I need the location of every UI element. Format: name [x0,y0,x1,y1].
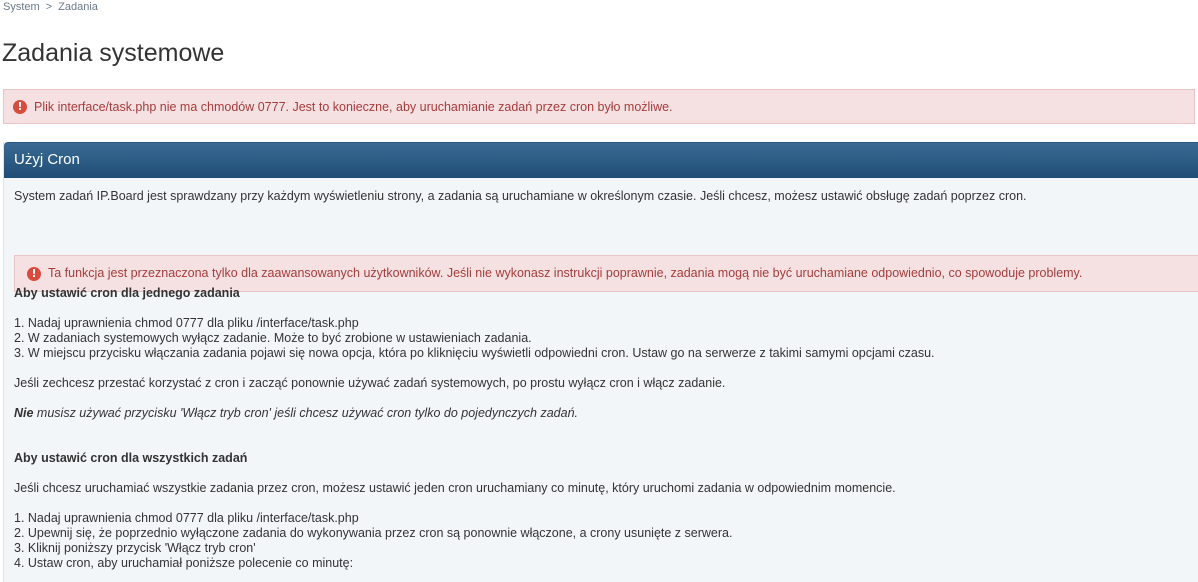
all-step-2: 2. Upewnij się, że poprzednio wyłączone … [14,526,733,540]
all-tasks-intro: Jeśli chcesz uruchamiać wszystkie zadani… [14,481,896,495]
single-task-italic-note: Nie musisz używać przycisku 'Włącz tryb … [14,406,578,421]
all-step-3: 3. Kliknij poniższy przycisk 'Włącz tryb… [14,541,256,555]
exclamation-circle-icon: ! [13,99,27,114]
italic-note-rest: musisz używać przycisku 'Włącz tryb cron… [33,406,579,420]
breadcrumb-item-zadania[interactable]: Zadania [58,1,98,13]
single-task-note: Jeśli zechcesz przestać korzystać z cron… [14,376,726,390]
single-step-3: 3. W miejscu przycisku włączania zadania… [14,346,935,360]
single-task-heading: Aby ustawić cron dla jednego zadania [14,286,240,300]
chmod-warning-text: Plik interface/task.php nie ma chmodów 0… [34,99,673,114]
italic-note-emphasis: Nie [14,406,34,420]
page-title: Zadania systemowe [2,39,225,67]
all-step-4: 4. Ustaw cron, aby uruchamiał poniższe p… [14,556,354,570]
breadcrumb-item-system[interactable]: System [3,1,40,13]
panel-header: Użyj Cron [4,142,1198,178]
breadcrumb-separator: > [45,1,53,13]
panel-intro: System zadań IP.Board jest sprawdzany pr… [14,189,1027,203]
single-step-2: 2. W zadaniach systemowych wyłącz zadani… [14,331,532,345]
breadcrumb: System > Zadania [3,0,98,14]
exclamation-circle-icon: ! [27,266,41,281]
all-tasks-heading: Aby ustawić cron dla wszystkich zadań [14,451,248,465]
advanced-warning-text: Ta funkcja jest przeznaczona tylko dla z… [48,266,1083,280]
single-step-1: 1. Nadaj uprawnienia chmod 0777 dla plik… [14,316,359,330]
use-cron-panel: Użyj Cron System zadań IP.Board jest spr… [3,142,1198,582]
all-step-1: 1. Nadaj uprawnienia chmod 0777 dla plik… [14,511,359,525]
chmod-warning-alert: ! Plik interface/task.php nie ma chmodów… [3,89,1195,124]
